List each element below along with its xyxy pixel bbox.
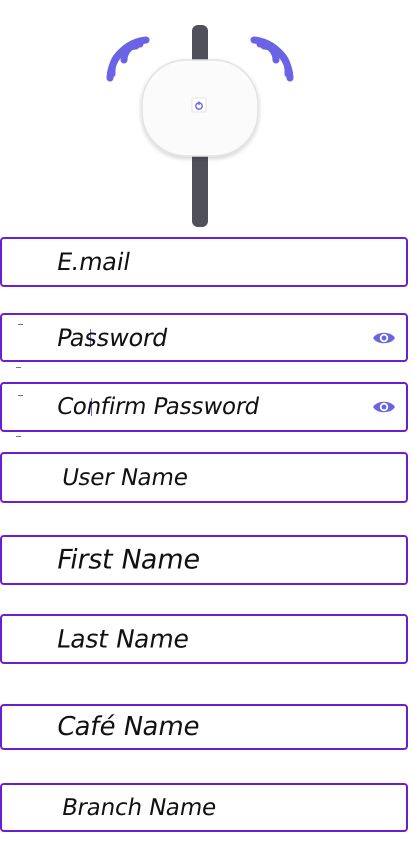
confirm-password-field[interactable]: Confirm Password: [0, 382, 408, 432]
email-field[interactable]: E.mail: [0, 237, 408, 287]
password-placeholder: Password: [54, 323, 170, 352]
wifi-left-icon: [106, 36, 150, 82]
last-name-placeholder: Last Name: [54, 624, 192, 654]
decorative-tick: [16, 436, 21, 437]
first-name-placeholder: First Name: [54, 544, 203, 576]
decorative-tick: [16, 367, 21, 368]
cafe-name-placeholder: Café Name: [54, 712, 203, 742]
confirm-password-placeholder: Confirm Password: [54, 394, 262, 420]
first-name-field[interactable]: First Name: [0, 535, 408, 585]
last-name-field[interactable]: Last Name: [0, 614, 408, 664]
branch-name-placeholder: Branch Name: [59, 794, 219, 821]
user-name-field[interactable]: User Name: [0, 452, 408, 503]
email-placeholder: E.mail: [54, 248, 133, 276]
user-name-placeholder: User Name: [59, 464, 191, 491]
router-wifi-illustration: [100, 20, 300, 230]
wifi-right-icon: [250, 36, 294, 82]
decorative-tick: [18, 395, 23, 396]
eye-icon[interactable]: [372, 398, 396, 416]
decorative-tick: [18, 324, 23, 325]
eye-icon[interactable]: [372, 329, 396, 347]
branch-name-field[interactable]: Branch Name: [0, 783, 408, 832]
password-field[interactable]: Password: [0, 313, 408, 362]
cafe-name-field[interactable]: Café Name: [0, 704, 408, 750]
